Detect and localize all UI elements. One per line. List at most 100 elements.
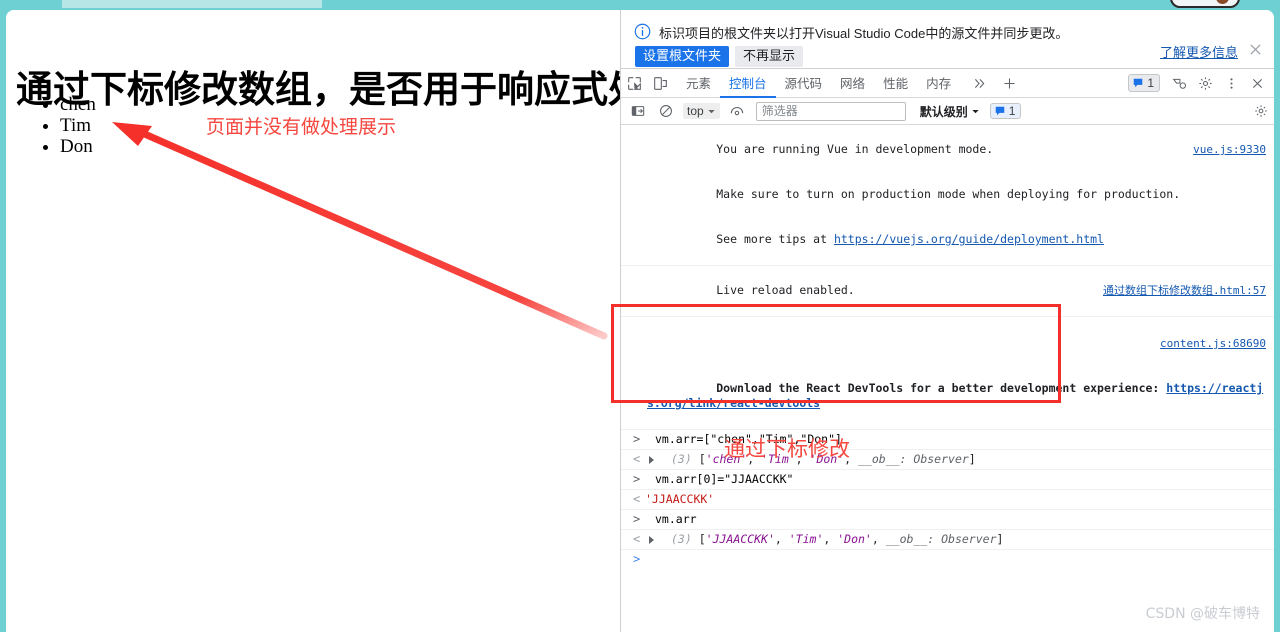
console-prompt-row[interactable]: >	[621, 550, 1274, 569]
message-text: Download the React DevTools for a better…	[716, 381, 1167, 395]
input-marker-icon: >	[633, 432, 641, 446]
devtools-panel: 标识项目的根文件夹以打开Visual Studio Code中的源文件并同步更改…	[620, 10, 1274, 632]
annotation-console-note: 通过下标修改	[724, 437, 850, 461]
issues-count: 1	[1147, 76, 1154, 90]
console-output-text: 'JJAACCKK'	[645, 492, 715, 506]
output-marker-icon: <	[633, 532, 641, 546]
clear-console-icon[interactable]	[653, 98, 679, 124]
console-message[interactable]: 通过数组下标修改数组.html:57 Live reload enabled.	[621, 266, 1274, 317]
tab-network[interactable]: 网络	[831, 69, 874, 98]
prompt-marker-icon: >	[633, 552, 641, 566]
close-icon[interactable]	[1244, 70, 1270, 96]
infobar-buttons: 设置根文件夹 不再显示	[635, 46, 804, 67]
array-value: 'JJAACCKK'	[705, 532, 775, 546]
console-output-row[interactable]: < 'JJAACCKK'	[621, 490, 1274, 510]
message-text: Live reload enabled.	[716, 283, 855, 297]
console-filter-input[interactable]	[755, 101, 906, 121]
learn-more-link[interactable]: 了解更多信息	[1160, 42, 1238, 61]
list-item: Tim	[60, 115, 96, 136]
expand-triangle-icon[interactable]	[649, 456, 654, 464]
console-sidebar-icon[interactable]	[625, 98, 651, 124]
console-issues-badge[interactable]: 1	[989, 103, 1022, 119]
chevron-down-icon	[708, 109, 715, 113]
console-input-text: vm.arr[0]="JJAACCKK"	[655, 472, 794, 486]
dont-show-again-button[interactable]: 不再显示	[735, 46, 804, 67]
devtools-tabbar: 元素 控制台 源代码 网络 性能 内存 1	[621, 69, 1274, 98]
set-root-folder-button[interactable]: 设置根文件夹	[635, 46, 730, 67]
observer-prop: __ob__: Observer	[885, 532, 997, 546]
page-viewport: 通过下标修改数组，是否用于响应式处理 chen Tim Don 标识项目的根文件…	[6, 10, 1274, 632]
array-value: 'Don'	[837, 532, 872, 546]
tab-memory[interactable]: 内存	[917, 69, 960, 98]
kebab-menu-icon[interactable]	[1218, 70, 1244, 96]
array-length: (3)	[671, 452, 692, 466]
log-level-selector[interactable]: 默认级别	[920, 103, 980, 120]
devtools-tab-list: 元素 控制台 源代码 网络 性能 内存	[677, 69, 960, 98]
console-message-line: Make sure to turn on production mode whe…	[621, 172, 1274, 217]
console-input-row[interactable]: > vm.arr	[621, 510, 1274, 530]
close-icon[interactable]	[1247, 41, 1264, 58]
output-marker-icon: <	[633, 492, 641, 506]
message-source-link[interactable]: 通过数组下标修改数组.html:57	[1103, 283, 1266, 298]
tab-console[interactable]: 控制台	[720, 69, 776, 98]
output-marker-icon: <	[633, 452, 641, 466]
browser-tab-stub[interactable]	[62, 0, 322, 8]
console-toolbar: top 默认级别	[621, 98, 1274, 125]
console-message-line: Download the React DevTools for a better…	[621, 366, 1274, 426]
console-message-line: See more tips at https://vuejs.org/guide…	[621, 217, 1274, 262]
infobar-message: 标识项目的根文件夹以打开Visual Studio Code中的源文件并同步更改…	[659, 26, 1069, 41]
name-list: chen Tim Don	[32, 94, 96, 157]
chevron-down-icon	[972, 109, 979, 113]
console-message-line: content.js:68690	[621, 321, 1274, 366]
tab-sources[interactable]: 源代码	[776, 69, 832, 98]
log-level-value: 默认级别	[919, 104, 968, 119]
console-message[interactable]: content.js:68690 Download the React DevT…	[621, 317, 1274, 430]
issue-bubble-icon	[995, 106, 1004, 116]
inspect-element-icon[interactable]	[621, 70, 647, 96]
list-item: Don	[60, 136, 96, 157]
browser-toolbar-stub[interactable]	[1170, 0, 1240, 8]
tab-performance[interactable]: 性能	[874, 69, 917, 98]
input-marker-icon: >	[633, 512, 641, 526]
message-text: Make sure to turn on production mode whe…	[716, 187, 1181, 201]
message-source-link[interactable]: vue.js:9330	[1193, 142, 1266, 157]
devtools-tabbar-actions: 1	[1126, 70, 1274, 96]
console-output-row[interactable]: < (3) ['chen', 'Tim', 'Don', __ob__: Obs…	[621, 450, 1274, 470]
array-value: 'Tim'	[788, 532, 824, 546]
console-input-text: vm.arr	[655, 512, 697, 526]
console-message-line: 通过数组下标修改数组.html:57 Live reload enabled.	[621, 268, 1274, 313]
execution-context-selector[interactable]: top	[683, 103, 720, 119]
devtools-infobar: 标识项目的根文件夹以打开Visual Studio Code中的源文件并同步更改…	[621, 10, 1274, 69]
chevron-double-right-icon[interactable]	[966, 70, 992, 96]
execution-context-value: top	[687, 104, 704, 118]
live-expression-icon[interactable]	[724, 98, 750, 124]
vue-devtools-icon[interactable]	[1166, 70, 1192, 96]
vue-deployment-link[interactable]: https://vuejs.org/guide/deployment.html	[834, 232, 1104, 246]
console-input-row[interactable]: > vm.arr=["chen","Tim","Don"]	[621, 430, 1274, 450]
page-title: 通过下标修改数组，是否用于响应式处理	[16, 67, 620, 111]
observer-prop: __ob__: Observer	[858, 452, 969, 466]
message-source-link[interactable]: content.js:68690	[1160, 337, 1266, 350]
watermark: CSDN @破车博特	[1145, 606, 1260, 622]
console-message-list[interactable]: vue.js:9330 You are running Vue in develo…	[621, 125, 1274, 632]
issues-badge[interactable]: 1	[1128, 74, 1160, 92]
list-item: chen	[60, 94, 96, 115]
plus-icon[interactable]	[996, 70, 1022, 96]
array-length: (3)	[671, 532, 692, 546]
console-output-row[interactable]: < (3) ['JJAACCKK', 'Tim', 'Don', __ob__:…	[621, 530, 1274, 550]
console-input-row[interactable]: > vm.arr[0]="JJAACCKK"	[621, 470, 1274, 490]
input-marker-icon: >	[633, 472, 641, 486]
gear-icon[interactable]	[1192, 70, 1218, 96]
message-text: See more tips at	[716, 232, 834, 246]
device-toolbar-icon[interactable]	[647, 70, 673, 96]
console-message[interactable]: vue.js:9330 You are running Vue in develo…	[621, 125, 1274, 266]
info-icon	[634, 23, 651, 40]
annotation-page-note: 页面并没有做处理展示	[206, 116, 397, 138]
rendered-web-page: 通过下标修改数组，是否用于响应式处理 chen Tim Don	[6, 10, 620, 632]
message-text: You are running Vue in development mode.	[716, 142, 994, 156]
console-issues-count: 1	[1008, 104, 1016, 118]
console-message-line: vue.js:9330 You are running Vue in develo…	[621, 127, 1274, 172]
tab-elements[interactable]: 元素	[677, 69, 720, 98]
gear-icon[interactable]	[1254, 104, 1268, 118]
expand-triangle-icon[interactable]	[649, 536, 654, 544]
